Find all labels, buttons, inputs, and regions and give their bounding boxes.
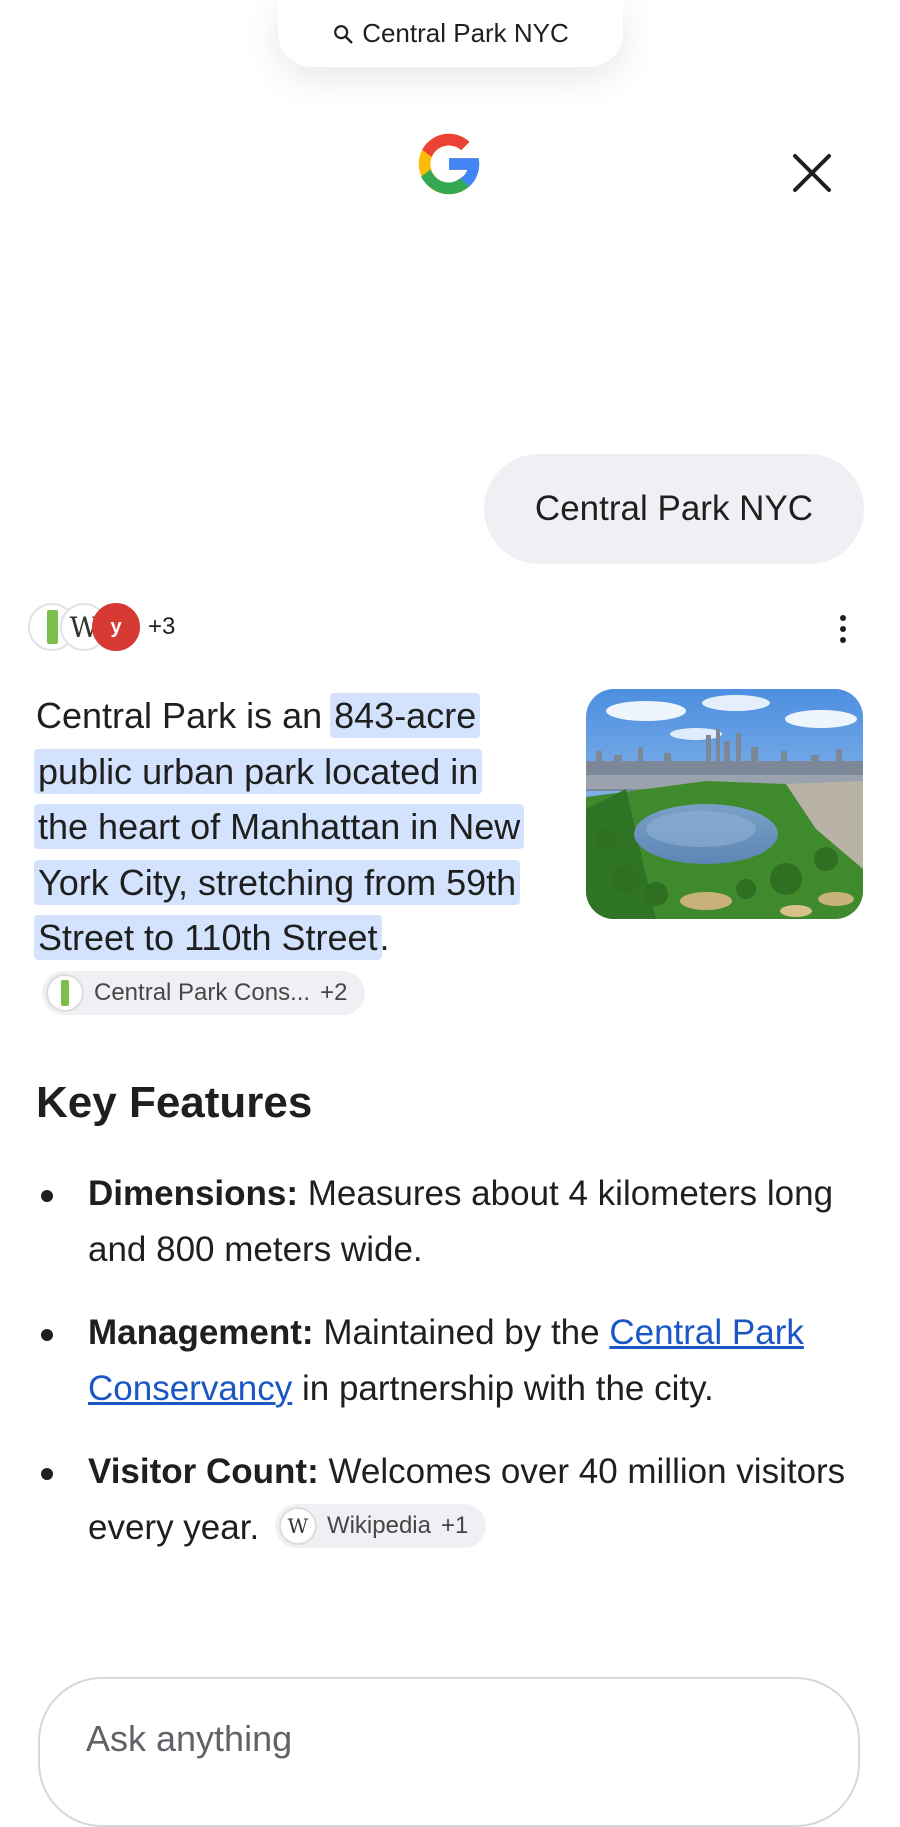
user-query-text: Central Park NYC: [534, 489, 814, 528]
more-options-icon[interactable]: [826, 608, 860, 650]
search-pill-text: Central Park NYC: [362, 18, 569, 48]
source-chip-wikipedia[interactable]: W Wikipedia +1: [274, 1504, 487, 1549]
search-pill[interactable]: Central Park NYC: [278, 0, 623, 67]
google-logo-icon: [418, 133, 481, 195]
list-item: Management: Maintained by the Central Pa…: [36, 1305, 846, 1416]
list-item: Dimensions: Measures about 4 kilometers …: [36, 1166, 846, 1277]
answer-prefix: Central Park is an: [36, 695, 333, 736]
feature-text: in partnership with the city.: [292, 1368, 714, 1408]
central-park-image[interactable]: [586, 689, 863, 919]
sources-row[interactable]: W y +3: [28, 600, 175, 654]
search-icon: [334, 24, 353, 43]
source-chip-count: +2: [320, 978, 348, 1006]
source-chip-count: +1: [440, 1512, 469, 1540]
feature-label: Visitor Count:: [88, 1452, 319, 1491]
source-chip-conservancy[interactable]: Central Park Cons... +2: [42, 970, 366, 1015]
source-chip-label: Wikipedia: [326, 1512, 431, 1540]
close-button[interactable]: [782, 143, 842, 203]
ask-bar: [38, 1677, 860, 1827]
feature-text: Maintained by the: [313, 1313, 610, 1352]
user-query-bubble: Central Park NYC: [484, 454, 864, 564]
conservancy-favicon-icon: [46, 973, 84, 1012]
ask-input[interactable]: [84, 1717, 788, 1761]
close-icon: [793, 154, 831, 192]
answer-suffix: .: [379, 917, 390, 958]
feature-label: Dimensions:: [88, 1174, 299, 1213]
source-chip-label: Central Park Cons...: [94, 978, 311, 1006]
list-item: Visitor Count: Welcomes over 40 million …: [36, 1444, 846, 1555]
red-site-favicon-icon: y: [92, 603, 140, 651]
wikipedia-favicon-icon: W: [278, 1507, 317, 1546]
answer-paragraph: Central Park is an 843-acre public urban…: [34, 688, 526, 1021]
sources-more-count: +3: [148, 613, 176, 640]
features-list: Dimensions: Measures about 4 kilometers …: [36, 1166, 846, 1583]
key-features-heading: Key Features: [36, 1078, 313, 1127]
feature-label: Management:: [88, 1313, 314, 1352]
